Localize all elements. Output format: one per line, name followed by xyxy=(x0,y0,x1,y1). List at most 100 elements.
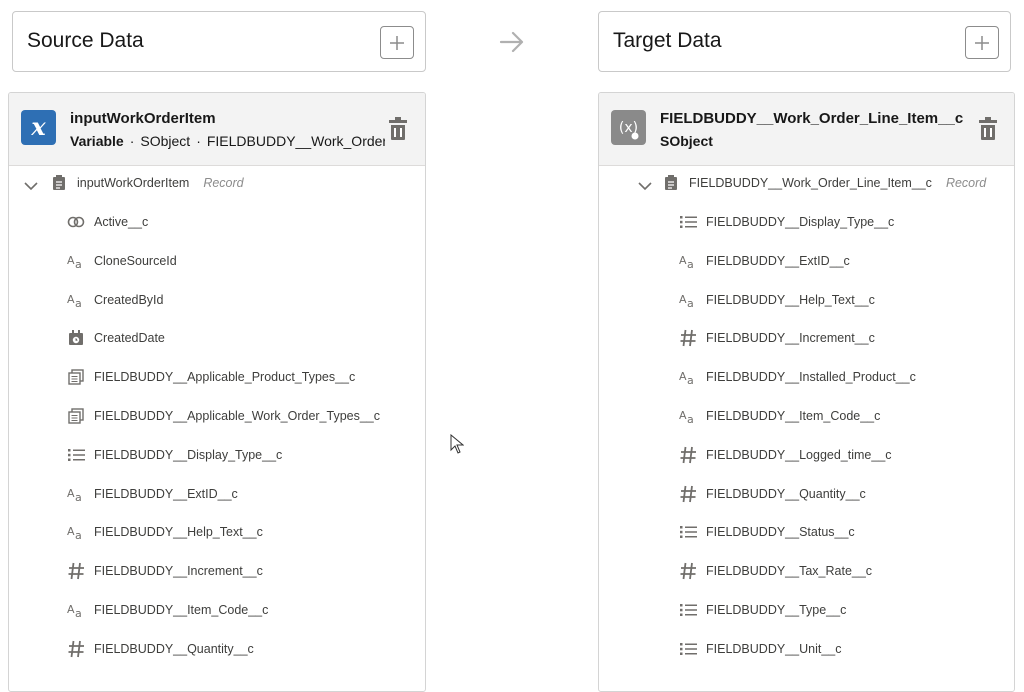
picklist-icon xyxy=(66,445,86,465)
text-icon: Aa xyxy=(678,290,698,310)
svg-text:a: a xyxy=(687,374,694,385)
add-target-button[interactable] xyxy=(965,26,999,59)
target-panel: (x) FIELDBUDDY__Work_Order_Line_Item__c … xyxy=(598,92,1015,692)
field-row[interactable]: Aa FIELDBUDDY__Item_Code__c xyxy=(66,599,268,621)
field-label: FIELDBUDDY__Logged_time__c xyxy=(706,447,892,462)
target-variable-details: SObject xyxy=(660,133,960,149)
text-icon: Aa xyxy=(678,406,698,426)
svg-text:A: A xyxy=(67,254,75,267)
add-source-button[interactable] xyxy=(380,26,414,59)
field-row[interactable]: Aa FIELDBUDDY__ExtID__c xyxy=(66,483,238,505)
number-icon xyxy=(678,445,698,465)
field-label: Active__c xyxy=(94,215,149,229)
field-label: CloneSourceId xyxy=(94,253,177,268)
field-label: FIELDBUDDY__Status__c xyxy=(706,525,855,540)
record-row[interactable]: inputWorkOrderItem Record xyxy=(49,172,244,194)
field-label: FIELDBUDDY__ExtID__c xyxy=(706,253,850,268)
svg-text:A: A xyxy=(679,370,687,383)
trash-icon[interactable] xyxy=(387,117,409,141)
multipicklist-icon xyxy=(66,367,86,387)
record-icon xyxy=(661,173,681,193)
field-row[interactable]: FIELDBUDDY__Type__c xyxy=(678,599,846,621)
field-row[interactable]: FIELDBUDDY__Tax_Rate__c xyxy=(678,560,872,582)
field-label: FIELDBUDDY__Applicable_Work_Order_Types_… xyxy=(94,409,381,423)
field-label: FIELDBUDDY__ExtID__c xyxy=(94,486,238,501)
plus-icon xyxy=(975,36,989,50)
field-row[interactable]: FIELDBUDDY__Status__c xyxy=(678,521,855,543)
record-row[interactable]: FIELDBUDDY__Work_Order_Line_Item__c Reco… xyxy=(661,172,986,194)
field-label: FIELDBUDDY__Increment__c xyxy=(94,564,263,579)
source-data-header: Source Data xyxy=(12,11,426,72)
field-row[interactable]: FIELDBUDDY__Logged_time__c xyxy=(678,444,892,466)
picklist-icon xyxy=(678,639,698,659)
svg-text:a: a xyxy=(75,297,82,308)
variable-kind: Variable xyxy=(70,133,124,149)
field-row[interactable]: Active__c xyxy=(66,211,148,233)
number-icon xyxy=(678,484,698,504)
field-row[interactable]: FIELDBUDDY__Quantity__c xyxy=(678,483,866,505)
field-row[interactable]: CreatedDate xyxy=(66,327,165,349)
field-row[interactable]: FIELDBUDDY__Display_Type__c xyxy=(66,444,282,466)
picklist-icon xyxy=(678,212,698,232)
arrow-right-icon xyxy=(499,31,524,53)
field-row[interactable]: Aa FIELDBUDDY__Help_Text__c xyxy=(678,289,875,311)
svg-text:x: x xyxy=(30,112,46,141)
field-label: FIELDBUDDY__Help_Text__c xyxy=(94,525,263,540)
svg-text:A: A xyxy=(67,603,75,616)
svg-text:a: a xyxy=(75,258,82,269)
text-icon: Aa xyxy=(66,484,86,504)
field-label: FIELDBUDDY__Installed_Product__c xyxy=(706,370,916,385)
source-variable-header: x inputWorkOrderItem Variable · SObject · FI… xyxy=(9,93,425,166)
field-row[interactable]: Aa CloneSourceId xyxy=(66,250,177,272)
svg-text:A: A xyxy=(679,254,687,267)
field-label: CreatedDate xyxy=(94,331,165,346)
field-label: CreatedById xyxy=(94,292,164,307)
source-variable-details: Variable·SObject·FIELDBUDDY__Work_Order_… xyxy=(70,133,385,149)
field-row[interactable]: Aa FIELDBUDDY__Help_Text__c xyxy=(66,521,263,543)
svg-text:A: A xyxy=(67,293,75,306)
field-label: FIELDBUDDY__Unit__c xyxy=(706,641,842,656)
field-label: FIELDBUDDY__Display_Type__c xyxy=(706,215,895,229)
field-row[interactable]: Aa FIELDBUDDY__Installed_Product__c xyxy=(678,366,916,388)
mouse-cursor-icon xyxy=(450,434,464,454)
trash-icon[interactable] xyxy=(977,117,999,141)
record-tag: Record xyxy=(203,176,244,190)
chevron-down-icon[interactable] xyxy=(638,181,652,191)
field-row[interactable]: Aa FIELDBUDDY__Item_Code__c xyxy=(678,405,880,427)
field-row[interactable]: FIELDBUDDY__Increment__c xyxy=(678,327,875,349)
field-label: FIELDBUDDY__Applicable_Product_Types__c xyxy=(94,370,356,385)
svg-text:A: A xyxy=(679,409,687,422)
field-row[interactable]: Aa CreatedById xyxy=(66,289,163,311)
link-icon xyxy=(66,212,86,232)
svg-text:a: a xyxy=(75,529,82,540)
field-row[interactable]: FIELDBUDDY__Unit__c xyxy=(678,638,841,660)
field-label: FIELDBUDDY__Item_Code__c xyxy=(706,409,881,423)
field-label: FIELDBUDDY__Help_Text__c xyxy=(706,292,875,307)
text-icon: Aa xyxy=(66,290,86,310)
variable-icon: x xyxy=(21,110,56,145)
picklist-icon xyxy=(678,600,698,620)
field-row[interactable]: Aa FIELDBUDDY__ExtID__c xyxy=(678,250,850,272)
text-icon: Aa xyxy=(678,367,698,387)
field-row[interactable]: FIELDBUDDY__Display_Type__c xyxy=(678,211,894,233)
record-name: inputWorkOrderItem xyxy=(77,176,190,190)
svg-text:A: A xyxy=(67,525,75,538)
chevron-down-icon[interactable] xyxy=(24,181,38,191)
field-row[interactable]: FIELDBUDDY__Applicable_Product_Types__c xyxy=(66,366,355,388)
number-icon xyxy=(66,639,86,659)
field-label: FIELDBUDDY__Type__c xyxy=(706,603,847,617)
field-row[interactable]: FIELDBUDDY__Increment__c xyxy=(66,560,263,582)
field-label: FIELDBUDDY__Quantity__c xyxy=(706,486,866,501)
text-icon: Aa xyxy=(66,251,86,271)
field-row[interactable]: FIELDBUDDY__Applicable_Work_Order_Types_… xyxy=(66,405,380,427)
svg-text:a: a xyxy=(75,491,82,502)
target-data-title: Target Data xyxy=(613,29,722,52)
svg-text:A: A xyxy=(679,293,687,306)
text-icon: Aa xyxy=(66,600,86,620)
svg-text:A: A xyxy=(67,487,75,500)
record-name: FIELDBUDDY__Work_Order_Line_Item__c xyxy=(689,176,932,190)
variable-type: SObject xyxy=(660,133,713,149)
number-icon xyxy=(678,328,698,348)
field-row[interactable]: FIELDBUDDY__Quantity__c xyxy=(66,638,254,660)
svg-text:a: a xyxy=(687,297,694,308)
